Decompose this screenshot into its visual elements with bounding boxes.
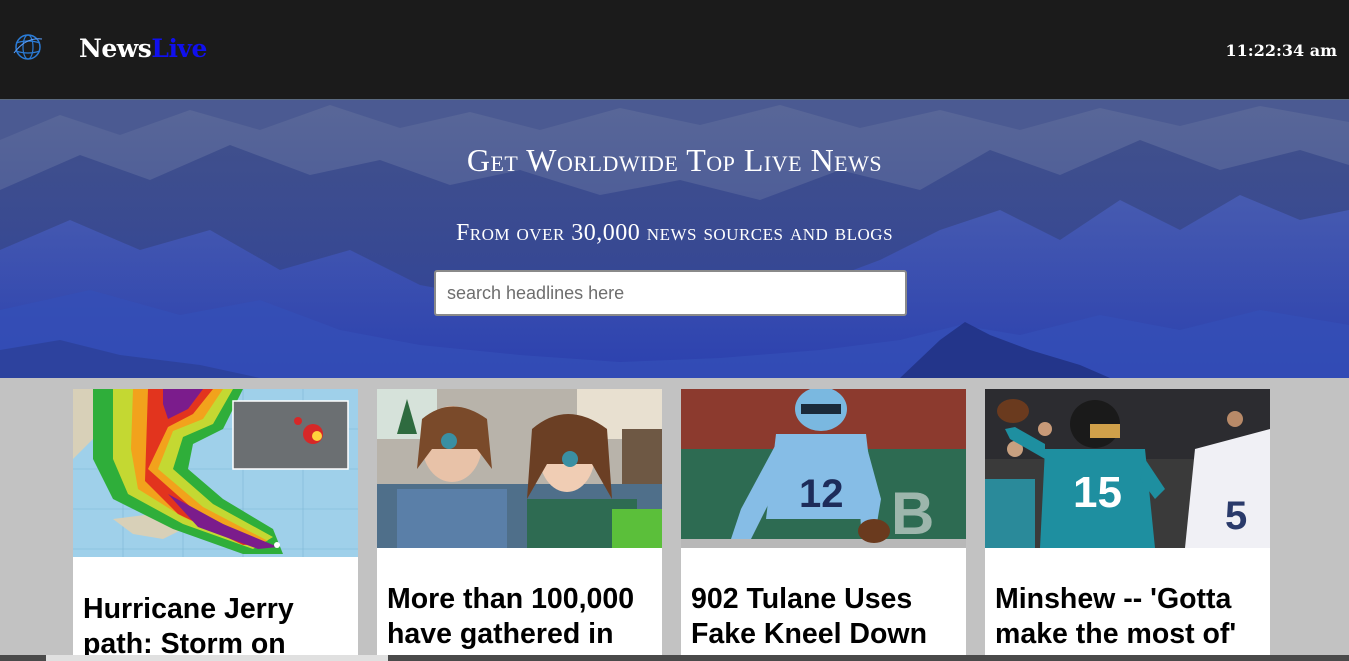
svg-text:12: 12 (799, 472, 844, 516)
news-card[interactable]: 15 5 Minshew -- 'Gotta make the most of' (985, 389, 1270, 661)
search-input[interactable] (434, 270, 907, 316)
scrollbar-thumb[interactable] (46, 655, 388, 661)
card-headline[interactable]: Hurricane Jerry path: Storm on (83, 592, 350, 661)
tulane-player-image[interactable]: B 12 (681, 389, 966, 548)
brand-live-text: Live (151, 34, 207, 63)
svg-text:15: 15 (1073, 468, 1122, 517)
hurricane-map-image[interactable] (73, 389, 358, 557)
climate-protest-image[interactable] (377, 389, 662, 548)
minshew-player-image[interactable]: 15 5 (985, 389, 1270, 548)
hero-banner: Get Worldwide Top Live News From over 30… (0, 100, 1349, 378)
hero-title: Get Worldwide Top Live News (466, 142, 883, 178)
horizontal-scrollbar[interactable] (0, 655, 1349, 661)
top-navbar: NewsLive 11:22:34 am (0, 0, 1349, 100)
brand-logo[interactable]: NewsLive (79, 34, 207, 63)
brand-news-text: News (79, 34, 152, 63)
news-card[interactable]: B 12 902 Tulane Uses Fake Kneel Down (681, 389, 966, 661)
card-headline[interactable]: Minshew -- 'Gotta make the most of' (995, 582, 1262, 652)
news-card[interactable]: More than 100,000 have gathered in (377, 389, 662, 661)
svg-text:5: 5 (1225, 494, 1247, 538)
svg-text:B: B (891, 480, 934, 547)
news-card[interactable]: Hurricane Jerry path: Storm on (73, 389, 358, 661)
card-headline[interactable]: 902 Tulane Uses Fake Kneel Down (691, 582, 958, 652)
hero-subtitle: From over 30,000 news sources and blogs (455, 220, 894, 246)
live-clock: 11:22:34 am (1225, 41, 1337, 60)
card-headline[interactable]: More than 100,000 have gathered in (387, 582, 654, 652)
globe-icon[interactable] (12, 33, 44, 61)
